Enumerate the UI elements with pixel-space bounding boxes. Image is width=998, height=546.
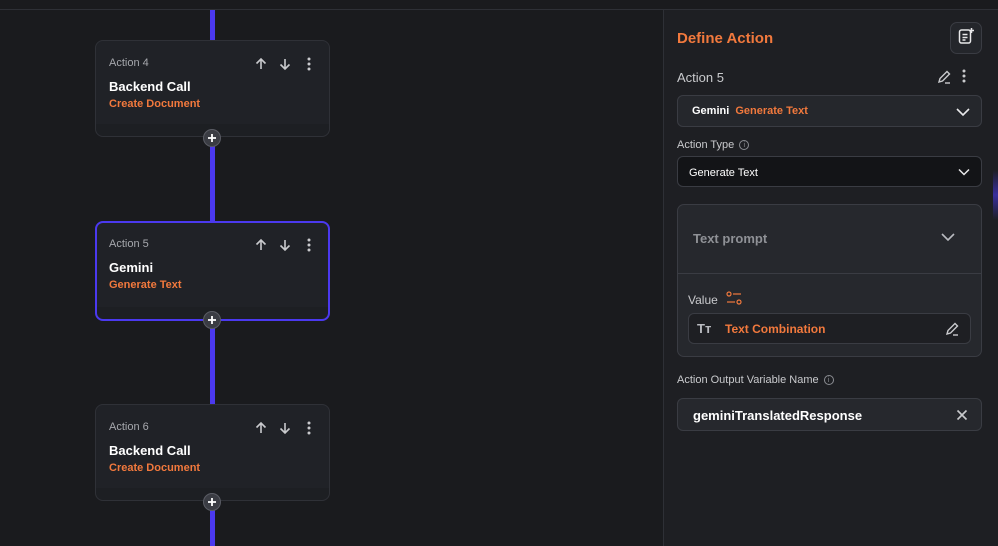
action-title: Gemini [109, 260, 154, 275]
move-down-icon[interactable] [277, 56, 293, 72]
action-subtitle: Create Document [109, 98, 201, 110]
move-down-icon[interactable] [277, 237, 293, 253]
add-action-button[interactable] [203, 493, 221, 511]
action-card-5[interactable]: Action 5 Gemini Generate Text [95, 221, 330, 321]
action-type-dropdown[interactable]: Generate Text [677, 156, 982, 187]
move-down-icon[interactable] [277, 420, 293, 436]
more-options-icon[interactable] [301, 237, 317, 253]
action-card-6[interactable]: Action 6 Backend Call Create Document [95, 404, 330, 501]
edit-icon[interactable] [944, 321, 960, 342]
action-subtitle: Generate Text [109, 279, 182, 291]
flow-connector [210, 510, 215, 546]
action-title: Backend Call [109, 443, 191, 458]
move-up-icon[interactable] [253, 237, 269, 253]
more-options-icon[interactable] [962, 69, 966, 90]
action-type-label: Action Type i [677, 139, 750, 151]
action-caption: Action 6 [109, 421, 149, 433]
action-title: Backend Call [109, 79, 191, 94]
more-options-icon[interactable] [301, 420, 317, 436]
chevron-down-icon [940, 229, 956, 250]
chevron-down-icon [955, 104, 971, 125]
variable-settings-icon[interactable] [726, 291, 742, 308]
text-prompt-section: Text prompt Value Tт Text Combination [677, 204, 982, 357]
move-up-icon[interactable] [253, 56, 269, 72]
text-combination-label: Text Combination [725, 322, 826, 336]
add-action-button[interactable] [203, 311, 221, 329]
documentation-button[interactable] [950, 22, 982, 54]
define-action-panel: Define Action Action 5 Gemini Generate T… [663, 10, 998, 546]
action-caption: Action 5 [109, 238, 149, 250]
action-caption: Action 4 [109, 57, 149, 69]
text-type-icon: Tт [697, 321, 712, 336]
action-name: Generate Text [735, 105, 808, 117]
action-number-label: Action 5 [677, 70, 724, 85]
output-variable-label: Action Output Variable Name i [677, 374, 834, 386]
clear-icon[interactable] [956, 408, 968, 426]
info-icon[interactable]: i [823, 375, 834, 385]
info-icon[interactable]: i [739, 140, 750, 150]
move-up-icon[interactable] [253, 420, 269, 436]
action-selector[interactable]: Gemini Generate Text [677, 95, 982, 127]
edit-icon[interactable] [936, 69, 952, 90]
output-variable-input[interactable]: geminiTranslatedResponse [677, 398, 982, 431]
more-options-icon[interactable] [301, 56, 317, 72]
action-type-value: Generate Text [689, 167, 758, 179]
chevron-down-icon [957, 165, 971, 184]
text-combination-value[interactable]: Tт Text Combination [688, 313, 971, 344]
flow-connector [210, 10, 215, 40]
flow-connector [210, 146, 215, 222]
add-action-button[interactable] [203, 129, 221, 147]
action-category: Gemini [692, 105, 730, 117]
action-flow-canvas[interactable]: Action 4 Backend Call Create Document Ac… [0, 0, 663, 546]
action-card-4[interactable]: Action 4 Backend Call Create Document [95, 40, 330, 137]
edge-accent [993, 170, 998, 220]
text-prompt-label: Text prompt [693, 231, 768, 246]
value-label: Value [688, 291, 742, 308]
document-add-icon [957, 27, 975, 50]
flow-connector [210, 328, 215, 404]
text-prompt-header[interactable]: Text prompt [678, 205, 981, 274]
panel-title: Define Action [677, 30, 774, 47]
output-variable-value: geminiTranslatedResponse [693, 408, 863, 423]
action-subtitle: Create Document [109, 462, 201, 474]
